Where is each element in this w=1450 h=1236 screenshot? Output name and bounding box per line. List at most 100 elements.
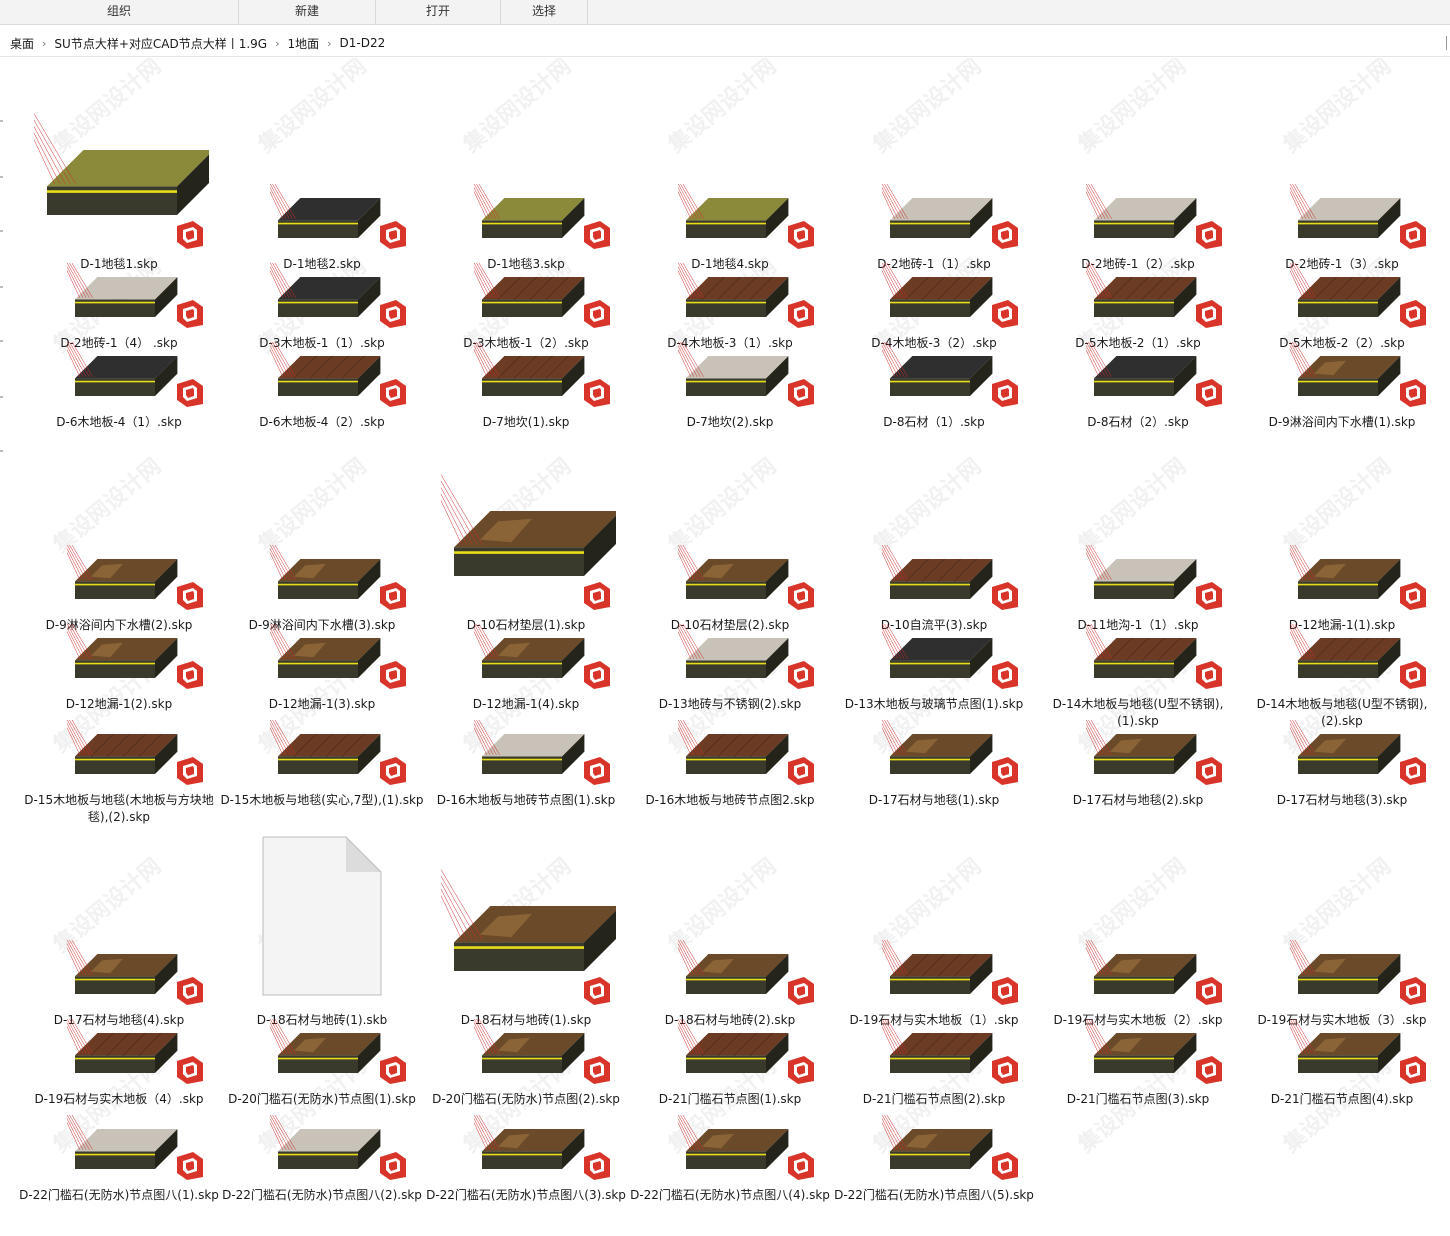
file-thumbnail	[1072, 711, 1202, 794]
file-thumbnail	[256, 175, 386, 258]
insulation-layer	[1298, 662, 1378, 665]
watermark: 集设网设计网	[1279, 58, 1397, 158]
file-thumbnail	[460, 175, 590, 258]
leader-line	[33, 139, 56, 184]
sketchup-file-icon	[380, 300, 406, 328]
leader-line	[677, 939, 698, 975]
leader-line	[269, 262, 290, 298]
leader-line	[66, 939, 87, 975]
sketchup-file-icon	[177, 1152, 203, 1180]
breadcrumb: 桌面 › SU节点大样+对应CAD节点大样丨1.9G › 1地面 › D1-D2…	[4, 30, 391, 56]
open-button[interactable]: 打开	[376, 0, 501, 24]
insulation-layer	[1298, 301, 1378, 304]
file-thumbnail	[53, 931, 183, 1014]
chevron-right-icon[interactable]: ›	[273, 37, 281, 50]
leader-line	[1289, 623, 1310, 659]
file-name-label: D-17石材与地毯(2).skp	[1072, 793, 1204, 807]
insulation-layer	[75, 1057, 155, 1060]
file-thumbnail	[1276, 931, 1406, 1014]
file-name-label: D-21门槛石节点图(3).skp	[1066, 1092, 1210, 1106]
chevron-right-icon[interactable]: ›	[325, 37, 333, 50]
sketchup-file-icon	[177, 757, 203, 785]
insulation-layer	[454, 946, 584, 949]
leader-line	[881, 341, 902, 377]
leader-line	[1085, 1018, 1106, 1054]
sketchup-file-icon	[992, 1056, 1018, 1084]
file-name-label: D-8石材（2）.skp	[1087, 415, 1189, 429]
watermark: 集设网设计网	[1279, 453, 1397, 558]
file-thumbnail	[664, 254, 794, 337]
breadcrumb-su-folder[interactable]: SU节点大样+对应CAD节点大样丨1.9G	[48, 35, 273, 52]
file-thumbnail	[1276, 175, 1406, 258]
organize-button[interactable]: 组织	[0, 0, 239, 24]
insulation-layer	[890, 758, 970, 761]
file-thumbnail	[1072, 254, 1202, 337]
insulation-layer	[686, 978, 766, 981]
address-bar[interactable]: 桌面 › SU节点大样+对应CAD节点大样丨1.9G › 1地面 › D1-D2…	[0, 30, 1450, 57]
sketchup-file-icon	[1400, 661, 1426, 689]
file-thumbnail	[460, 254, 590, 337]
sketchup-file-icon	[992, 582, 1018, 610]
leader-line	[473, 183, 494, 219]
file-thumbnail	[256, 1010, 386, 1093]
file-name-label: D-17石材与地毯(1).skp	[868, 793, 1000, 807]
select-button[interactable]: 选择	[501, 0, 588, 24]
insulation-layer	[1094, 301, 1174, 304]
sketchup-file-icon	[177, 661, 203, 689]
sketchup-file-icon	[584, 661, 610, 689]
sketchup-file-icon	[992, 977, 1018, 1005]
file-thumbnail	[256, 615, 386, 698]
leader-line	[677, 1114, 698, 1150]
insulation-layer	[686, 301, 766, 304]
sketchup-file-icon	[380, 221, 406, 249]
file-list[interactable]: 集设网设计网 集设网设计网 集设网设计网 集设网设计网 集设网设计网 集设网设计网 集设网设…	[0, 58, 1450, 1236]
file-thumbnail	[1072, 615, 1202, 698]
leader-line	[33, 119, 71, 184]
insulation-layer	[482, 1057, 562, 1060]
sketchup-file-icon	[1400, 977, 1426, 1005]
sketchup-file-icon	[584, 379, 610, 407]
file-name-label: D-22门槛石(无防水)节点图八(4).skp	[630, 1188, 830, 1202]
sketchup-file-icon	[788, 661, 814, 689]
file-thumbnail	[868, 536, 998, 619]
insulation-layer	[482, 380, 562, 383]
file-thumbnail	[1276, 536, 1406, 619]
leader-line	[440, 480, 478, 545]
sketchup-file-icon	[380, 1056, 406, 1084]
leader-line	[269, 544, 290, 580]
file-thumbnail	[868, 615, 998, 698]
new-button[interactable]: 新建	[239, 0, 376, 24]
breadcrumb-desktop[interactable]: 桌面	[4, 35, 40, 52]
blank-document-icon	[262, 836, 382, 996]
insulation-layer	[278, 380, 358, 383]
file-name-label: D-6木地板-4（1）.skp	[56, 415, 182, 429]
sketchup-file-icon	[584, 757, 610, 785]
breadcrumb-d1-d22[interactable]: D1-D22	[334, 36, 392, 50]
watermark: 集设网设计网	[1074, 58, 1192, 158]
file-name-label: D-21门槛石节点图(1).skp	[658, 1092, 802, 1106]
leader-line	[1085, 719, 1106, 755]
file-thumbnail	[868, 1010, 998, 1093]
sketchup-file-icon	[584, 1152, 610, 1180]
file-thumbnail	[256, 711, 386, 794]
file-thumbnail	[664, 536, 794, 619]
chevron-right-icon[interactable]: ›	[40, 37, 48, 50]
sketchup-file-icon	[584, 582, 610, 610]
file-name-label: D-7地坎(2).skp	[686, 415, 774, 429]
sketchup-file-icon	[788, 977, 814, 1005]
sketchup-file-icon	[177, 1056, 203, 1084]
sketchup-file-icon	[1196, 300, 1222, 328]
insulation-layer	[1298, 222, 1378, 225]
leader-line	[1289, 1018, 1310, 1054]
file-thumbnail	[664, 711, 794, 794]
sketchup-file-icon	[788, 1056, 814, 1084]
file-name-label: D-16木地板与地砖节点图(1).skp	[436, 793, 616, 807]
file-thumbnail	[53, 333, 183, 416]
leader-line	[66, 719, 87, 755]
sketchup-file-icon	[1400, 1056, 1426, 1084]
file-name-label: D-22门槛石(无防水)节点图八(3).skp	[426, 1188, 626, 1202]
insulation-layer	[686, 380, 766, 383]
insulation-layer	[482, 758, 562, 761]
breadcrumb-floor[interactable]: 1地面	[282, 35, 326, 52]
sketchup-file-icon	[1196, 757, 1222, 785]
